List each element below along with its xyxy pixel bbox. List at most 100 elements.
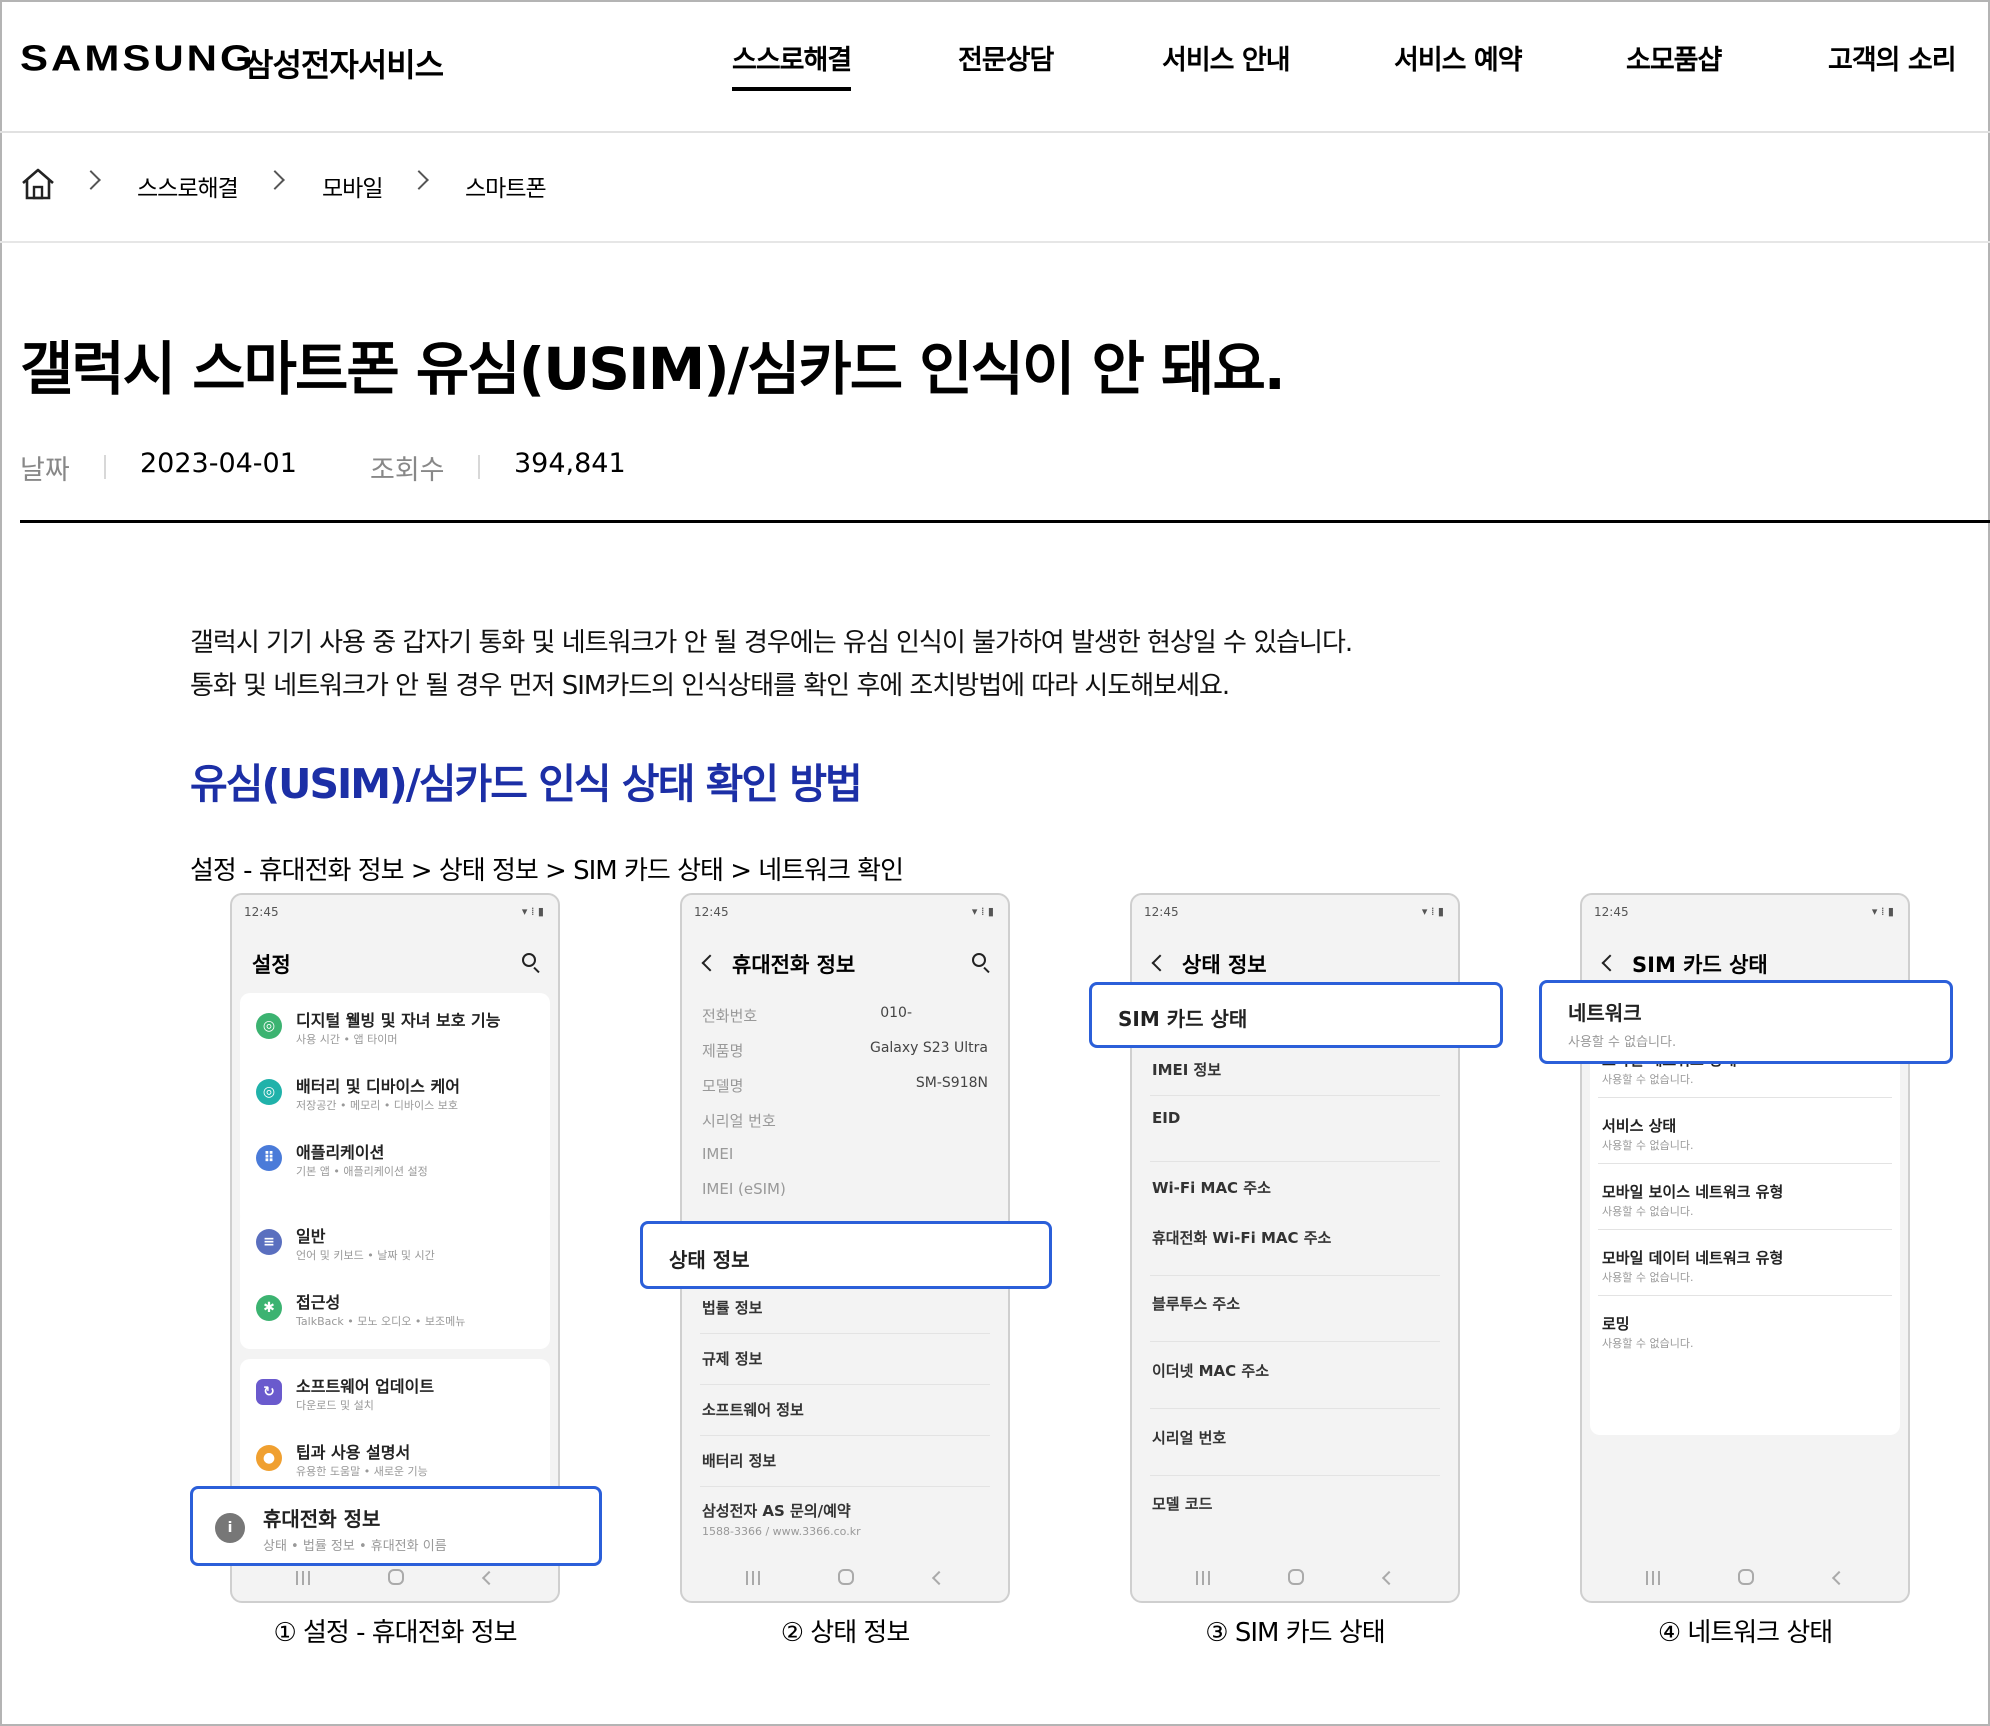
item-subtitle: 언어 및 키보드 • 날짜 및 시간 [296, 1249, 435, 1262]
divider [1150, 1161, 1440, 1162]
divider [1150, 1341, 1440, 1342]
back-arrow-icon [1151, 954, 1169, 972]
breadcrumb-self-help[interactable]: 스스로해결 [137, 169, 239, 203]
highlight-subtitle: 사용할 수 없습니다. [1568, 1035, 1677, 1050]
list-item: ◎ 배터리 및 디바이스 케어 저장공간 • 메모리 • 디바이스 보호 [240, 1059, 550, 1125]
nav-service-guide[interactable]: 서비스 안내 [1162, 38, 1291, 77]
settings-path: 설정 - 휴대전화 정보 > 상태 정보 > SIM 카드 상태 > 네트워크 … [190, 856, 904, 886]
android-nav-bar [1132, 1567, 1458, 1591]
settings-group: ≡ 일반 언어 및 키보드 • 날짜 및 시간 ✱ 접근성 TalkBack •… [240, 1209, 550, 1349]
samsung-logo[interactable]: SAMSUNG [20, 38, 256, 79]
menu-row: 소프트웨어 정보 [702, 1401, 804, 1419]
nav-service-booking[interactable]: 서비스 예약 [1394, 38, 1523, 77]
signal-icon: ▾ ⁞ ▮ [971, 905, 994, 918]
breadcrumb-smartphone[interactable]: 스마트폰 [465, 169, 547, 203]
recent-apps-icon [746, 1571, 760, 1585]
highlight-title: SIM 카드 상태 [1118, 1007, 1248, 1031]
back-icon [1381, 1570, 1397, 1586]
status-row: IMEI 정보 [1152, 1061, 1222, 1079]
intro-line-1: 갤럭시 기기 사용 중 갑자기 통화 및 네트워크가 안 될 경우에는 유심 인… [190, 628, 1353, 658]
meta-divider [478, 455, 480, 479]
info-label: 모델명 [702, 1077, 744, 1095]
home-button-icon [1288, 1569, 1304, 1585]
intro-line-2: 통화 및 네트워크가 안 될 경우 먼저 SIM카드의 인식상태를 확인 후에 … [190, 671, 1230, 701]
chevron-right-icon [265, 170, 285, 190]
info-icon: i [215, 1513, 245, 1543]
item-title: 배터리 및 디바이스 케어 [296, 1077, 460, 1096]
signal-icon: ▾ ⁞ ▮ [521, 905, 544, 918]
breadcrumb: 스스로해결 모바일 스마트폰 [0, 133, 1990, 243]
caption-1: ① 설정 - 휴대전화 정보 [273, 1618, 517, 1648]
views-label: 조회수 [370, 455, 445, 486]
back-icon [1831, 1570, 1847, 1586]
home-icon[interactable] [20, 167, 56, 201]
search-icon [522, 953, 536, 967]
divider [700, 1333, 990, 1334]
nav-consumables-shop[interactable]: 소모품샵 [1626, 38, 1722, 77]
divider [700, 1384, 990, 1385]
nav-customer-voice[interactable]: 고객의 소리 [1828, 38, 1957, 77]
status-time: 12:45 [694, 905, 729, 919]
section-heading: 유심(USIM)/심카드 인식 상태 확인 방법 [190, 760, 863, 808]
info-label: IMEI (eSIM) [702, 1180, 786, 1198]
title-divider [20, 520, 1990, 523]
list-item: ◎ 디지털 웰빙 및 자녀 보호 기능 사용 시간 • 앱 타이머 [240, 993, 550, 1059]
divider [1598, 1295, 1892, 1296]
list-item: ⠿ 애플리케이션 기본 앱 • 애플리케이션 설정 [240, 1125, 550, 1191]
highlight-network[interactable]: 네트워크 사용할 수 없습니다. [1539, 980, 1953, 1064]
info-label: 제품명 [702, 1042, 744, 1060]
item-title: 애플리케이션 [296, 1143, 385, 1162]
divider [1598, 1229, 1892, 1230]
highlight-phone-info[interactable]: i 휴대전화 정보 상태 • 법률 정보 • 휴대전화 이름 [190, 1486, 602, 1566]
item-subtitle: 다운로드 및 설치 [296, 1399, 374, 1412]
site-header: SAMSUNG 삼성전자서비스 스스로해결 전문상담 서비스 안내 서비스 예약… [0, 0, 1990, 133]
status-row: 블루투스 주소 [1152, 1295, 1241, 1313]
highlight-subtitle: 상태 • 법률 정보 • 휴대전화 이름 [263, 1539, 447, 1554]
item-title: 로밍 [1602, 1315, 1630, 1333]
status-time: 12:45 [1594, 905, 1629, 919]
home-button-icon [388, 1569, 404, 1585]
item-subtitle: 사용 시간 • 앱 타이머 [296, 1033, 398, 1046]
info-value: 010- [880, 1005, 912, 1021]
list-item: ≡ 일반 언어 및 키보드 • 날짜 및 시간 [240, 1209, 550, 1275]
divider [700, 1435, 990, 1436]
status-row: 시리얼 번호 [1152, 1429, 1227, 1447]
breadcrumb-mobile[interactable]: 모바일 [322, 169, 383, 203]
page-title: 갤럭시 스마트폰 유심(USIM)/심카드 인식이 안 돼요. [20, 335, 1286, 403]
menu-row: 삼성전자 AS 문의/예약 [702, 1502, 851, 1520]
highlight-sim-card-status[interactable]: SIM 카드 상태 [1089, 982, 1503, 1048]
status-row: EID [1152, 1109, 1181, 1127]
item-title: 디지털 웰빙 및 자녀 보호 기능 [296, 1011, 501, 1030]
software-update-icon: ↻ [256, 1379, 282, 1405]
nav-self-help[interactable]: 스스로해결 [732, 38, 852, 91]
menu-row: 규제 정보 [702, 1350, 763, 1368]
item-subtitle: TalkBack • 모노 오디오 • 보조메뉴 [296, 1315, 466, 1328]
list-item: ● 팁과 사용 설명서 유용한 도움말 • 새로운 기능 [240, 1425, 550, 1491]
back-icon [931, 1570, 947, 1586]
highlight-title: 상태 정보 [669, 1248, 750, 1272]
item-title: 모바일 보이스 네트워크 유형 [1602, 1183, 1784, 1201]
apps-icon: ⠿ [256, 1145, 282, 1171]
service-logo-text[interactable]: 삼성전자서비스 [244, 40, 444, 86]
item-subtitle: 사용할 수 없습니다. [1602, 1271, 1694, 1284]
status-row: Wi-Fi MAC 주소 [1152, 1179, 1271, 1197]
screen-title: 휴대전화 정보 [732, 953, 856, 977]
status-row: 모델 코드 [1152, 1495, 1213, 1513]
recent-apps-icon [1646, 1571, 1660, 1585]
item-subtitle: 사용할 수 없습니다. [1602, 1337, 1694, 1350]
item-subtitle: 기본 앱 • 애플리케이션 설정 [296, 1165, 428, 1178]
caption-3: ③ SIM 카드 상태 [1205, 1618, 1385, 1648]
android-nav-bar [682, 1567, 1008, 1591]
home-button-icon [838, 1569, 854, 1585]
item-subtitle: 유용한 도움말 • 새로운 기능 [296, 1465, 428, 1478]
back-icon [481, 1570, 497, 1586]
item-title: 팁과 사용 설명서 [296, 1443, 411, 1462]
status-row: 이더넷 MAC 주소 [1152, 1362, 1269, 1380]
highlight-status-info[interactable]: 상태 정보 [640, 1221, 1052, 1289]
nav-expert-consult[interactable]: 전문상담 [958, 38, 1054, 77]
divider [1150, 1275, 1440, 1276]
tips-icon: ● [256, 1445, 282, 1471]
meta-divider [104, 455, 106, 479]
screen-title: 설정 [252, 953, 291, 977]
divider [1598, 1097, 1892, 1098]
